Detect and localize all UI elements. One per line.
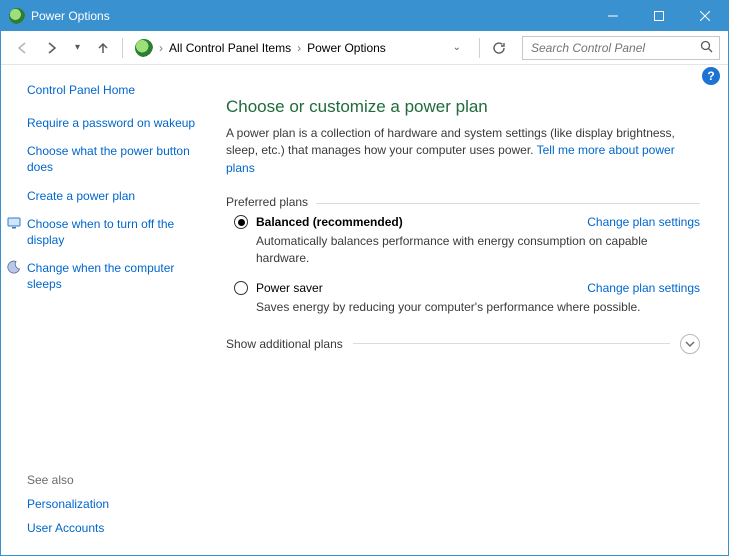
minimize-button[interactable] <box>590 1 636 31</box>
search-input[interactable] <box>529 40 700 56</box>
power-plan: Power saver Change plan settings Saves e… <box>234 281 700 316</box>
change-plan-settings-link[interactable]: Change plan settings <box>587 215 700 229</box>
show-additional-plans[interactable]: Show additional plans <box>226 334 700 354</box>
see-also-user-accounts[interactable]: User Accounts <box>27 521 206 535</box>
control-panel-icon <box>135 39 153 57</box>
power-plan: Balanced (recommended) Change plan setti… <box>234 215 700 267</box>
sidebar-item-power-button[interactable]: Choose what the power button does <box>27 143 206 175</box>
close-button[interactable] <box>682 1 728 31</box>
monitor-icon <box>7 216 21 230</box>
search-box[interactable] <box>522 36 720 60</box>
sidebar: Control Panel Home Require a password on… <box>1 65 216 555</box>
divider <box>316 203 700 204</box>
main-content: ? Choose or customize a power plan A pow… <box>216 65 728 555</box>
app-icon <box>9 8 25 24</box>
plan-name[interactable]: Balanced (recommended) <box>256 215 403 229</box>
recent-dropdown-icon[interactable]: ▾ <box>69 42 86 53</box>
sidebar-item-when-sleeps[interactable]: Change when the computer sleeps <box>27 260 206 292</box>
see-also-label: See also <box>27 473 206 487</box>
plan-description: Saves energy by reducing your computer's… <box>256 299 696 316</box>
moon-icon <box>7 260 21 274</box>
chevron-down-icon[interactable] <box>680 334 700 354</box>
intro-text: A power plan is a collection of hardware… <box>226 125 700 177</box>
plan-radio-power-saver[interactable] <box>234 281 248 295</box>
see-also-personalization[interactable]: Personalization <box>27 497 206 511</box>
change-plan-settings-link[interactable]: Change plan settings <box>587 281 700 295</box>
titlebar: Power Options <box>1 1 728 31</box>
help-icon[interactable]: ? <box>702 67 720 85</box>
plan-radio-balanced[interactable] <box>234 215 248 229</box>
forward-button[interactable] <box>39 35 65 61</box>
chevron-right-icon: › <box>295 41 303 55</box>
back-button[interactable] <box>9 35 35 61</box>
sidebar-item-create-plan[interactable]: Create a power plan <box>27 188 206 204</box>
separator <box>122 38 123 58</box>
up-button[interactable] <box>90 35 116 61</box>
divider <box>353 343 670 344</box>
maximize-button[interactable] <box>636 1 682 31</box>
chevron-right-icon: › <box>157 41 165 55</box>
breadcrumb-item[interactable]: All Control Panel Items <box>165 41 295 55</box>
expander-label: Show additional plans <box>226 337 343 351</box>
sidebar-item-turn-off-display[interactable]: Choose when to turn off the display <box>27 216 206 248</box>
refresh-button[interactable] <box>486 35 512 61</box>
control-panel-home-link[interactable]: Control Panel Home <box>27 83 206 97</box>
navbar: ▾ › All Control Panel Items › Power Opti… <box>1 31 728 65</box>
address-dropdown-icon[interactable]: ⌄ <box>447 42 467 53</box>
breadcrumb[interactable]: › All Control Panel Items › Power Option… <box>129 39 390 57</box>
search-icon[interactable] <box>700 40 713 56</box>
plan-name[interactable]: Power saver <box>256 281 323 295</box>
breadcrumb-item[interactable]: Power Options <box>303 41 390 55</box>
page-title: Choose or customize a power plan <box>226 97 700 117</box>
sidebar-item-require-password[interactable]: Require a password on wakeup <box>27 115 206 131</box>
window-title: Power Options <box>31 9 590 23</box>
preferred-plans-label: Preferred plans <box>226 195 308 209</box>
separator <box>479 38 480 58</box>
plan-description: Automatically balances performance with … <box>256 233 696 267</box>
